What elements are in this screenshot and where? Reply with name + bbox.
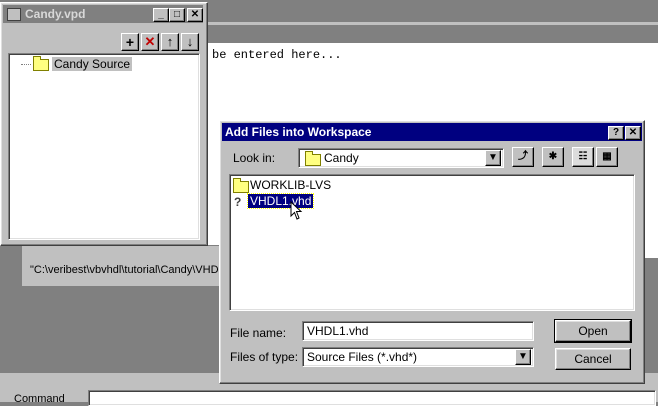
list-item[interactable]: WORKLIB-LVS	[230, 177, 430, 193]
delete-item-button[interactable]: ✕	[141, 33, 159, 51]
main-window-titlebar	[200, 0, 658, 22]
workspace-titlebar[interactable]: Candy.vpd _ □ ✕	[3, 5, 203, 23]
look-in-label: Look in:	[233, 151, 276, 165]
file-list[interactable]: WORKLIB-LVS ? VHDL1.vhd	[229, 174, 635, 311]
tree-connector	[21, 64, 31, 65]
open-button[interactable]: Open	[554, 319, 632, 343]
tree-item-candy-source[interactable]: Candy Source	[52, 57, 133, 71]
dialog-title: Add Files into Workspace	[225, 125, 372, 139]
list-view-icon[interactable]: ☷	[572, 147, 594, 167]
command-label: Command	[14, 393, 65, 405]
look-in-select[interactable]: Candy ▼	[298, 148, 504, 168]
move-down-button[interactable]: ↓	[181, 33, 199, 51]
files-of-type-value: Source Files (*.vhd*)	[307, 350, 418, 364]
file-name-field-value: VHDL1.vhd	[307, 324, 369, 338]
file-name: WORKLIB-LVS	[250, 178, 332, 192]
close-button[interactable]: ✕	[187, 8, 203, 22]
cancel-button[interactable]: Cancel	[555, 348, 631, 370]
file-name-field[interactable]: VHDL1.vhd	[302, 321, 534, 341]
move-up-button[interactable]: ↑	[161, 33, 179, 51]
output-path-text: "C:\veribest\vbvhdl\tutorial\Candy\VHD	[30, 264, 219, 276]
unknown-file-icon: ?	[234, 195, 242, 209]
folder-icon	[33, 56, 49, 71]
main-window-menustrip	[200, 22, 658, 25]
workspace-title: Candy.vpd	[25, 7, 86, 21]
mouse-cursor-icon	[290, 201, 303, 220]
command-input[interactable]	[88, 390, 656, 406]
details-view-icon[interactable]: ▦	[596, 147, 618, 167]
new-folder-icon[interactable]: ✱	[542, 147, 564, 167]
workspace-tree[interactable]: Candy Source	[8, 53, 200, 240]
files-of-type-select[interactable]: Source Files (*.vhd*) ▼	[302, 347, 534, 367]
files-of-type-label: Files of type:	[230, 350, 299, 364]
workspace-window: Candy.vpd _ □ ✕ + ✕ ↑ ↓ Candy Source	[0, 2, 208, 246]
folder-icon	[233, 178, 249, 193]
dialog-close-button[interactable]: ✕	[625, 126, 641, 140]
file-name-label: File name:	[230, 326, 287, 340]
editor-window-titlebar	[200, 27, 658, 43]
maximize-button[interactable]: □	[169, 8, 185, 22]
editor-text: be entered here...	[212, 48, 342, 62]
chevron-down-icon[interactable]: ▼	[485, 150, 501, 166]
add-item-button[interactable]: +	[121, 33, 139, 51]
workspace-app-icon	[7, 8, 21, 21]
chevron-down-icon[interactable]: ▼	[515, 349, 531, 365]
look-in-value: Candy	[324, 151, 359, 165]
list-item[interactable]: ? VHDL1.vhd	[230, 193, 430, 210]
folder-icon	[305, 151, 321, 166]
dialog-titlebar[interactable]: Add Files into Workspace ? ✕	[222, 123, 642, 141]
add-files-dialog: Add Files into Workspace ? ✕ Look in: Ca…	[219, 120, 645, 384]
up-one-level-icon[interactable]: ⤴	[512, 147, 534, 167]
minimize-button[interactable]: _	[153, 8, 169, 22]
help-button[interactable]: ?	[608, 126, 624, 140]
